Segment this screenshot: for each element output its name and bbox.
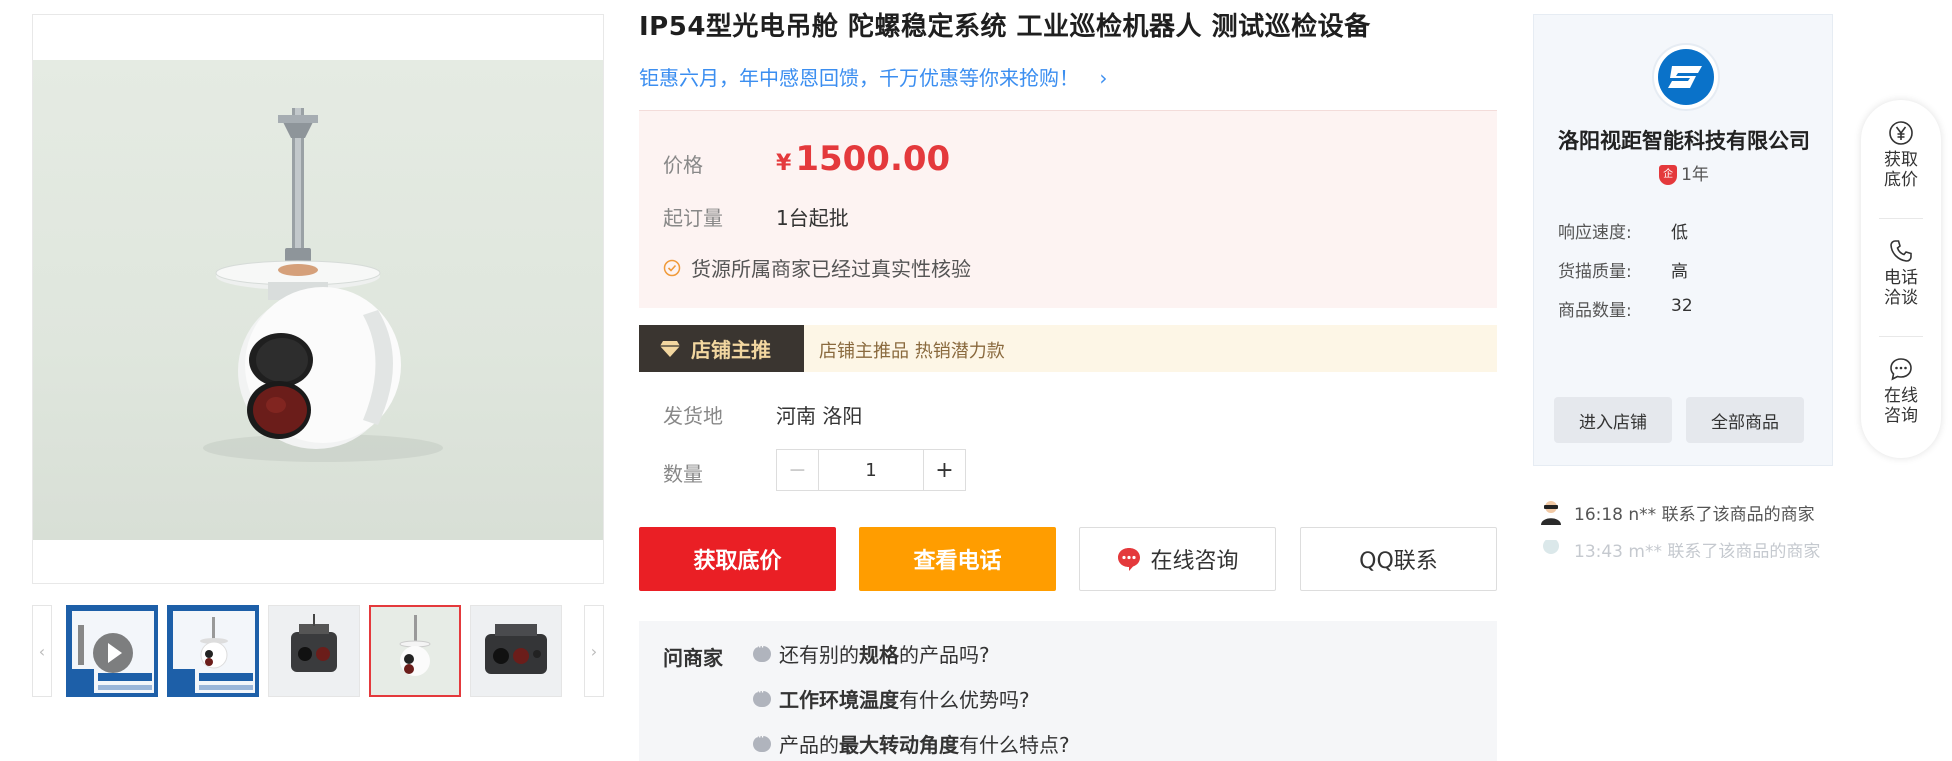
quantity-increment-button[interactable]: + (923, 450, 965, 490)
verified-check-icon (663, 259, 681, 276)
price-label: 价格 (663, 153, 703, 177)
ask-merchant-panel: 问商家 还有别的规格的产品吗? 工作环境温度有什么优势吗? 产品的最大转动角度有… (639, 621, 1497, 761)
question-bubble-icon (753, 685, 771, 707)
thumbnail-strip: ‹ › (32, 605, 604, 697)
quantity-decrement-button[interactable]: − (777, 450, 819, 490)
metric-product-count: 商品数量: 32 (1558, 296, 1693, 321)
get-price-button[interactable]: 获取底价 (639, 527, 836, 591)
diamond-icon (660, 340, 680, 357)
activity-feed-item: 16:18 n** 联系了该商品的商家 (1540, 499, 1815, 525)
user-avatar-icon (1543, 540, 1559, 554)
ask-question-3[interactable]: 产品的最大转动角度有什么特点? (753, 729, 1070, 758)
shop-recommend-bar: 店铺主推 店铺主推品 热销潜力款 (639, 325, 1497, 372)
online-consult-label: 在线咨询 (1150, 549, 1239, 574)
thumbnail-video[interactable] (66, 605, 158, 697)
activity-text: 16:18 n** 联系了该商品的商家 (1574, 504, 1815, 525)
thumbnail-2[interactable] (167, 605, 259, 697)
thumbnail-4[interactable] (369, 605, 461, 697)
ship-from-label: 发货地 (663, 404, 723, 428)
sidebar-divider (1879, 218, 1923, 219)
question-bubble-icon (753, 640, 771, 662)
moq-value: 1台起批 (776, 206, 849, 230)
promo-text: 钜惠六月，年中感恩回馈，千万优惠等你来抢购！ (639, 66, 1079, 90)
sidebar-online-consult[interactable]: 在线 咨询 (1861, 356, 1941, 426)
question-bubble-icon (753, 730, 771, 752)
view-phone-button[interactable]: 查看电话 (859, 527, 1056, 591)
thumbnail-5[interactable] (470, 605, 562, 697)
ask-merchant-label: 问商家 (663, 646, 723, 670)
qq-contact-button[interactable]: QQ联系 (1300, 527, 1497, 591)
verified-text: 货源所属商家已经过真实性核验 (691, 257, 971, 281)
thumbnail-next-button[interactable]: › (584, 605, 604, 697)
phone-icon (1890, 240, 1912, 262)
moq-label: 起订量 (663, 206, 723, 230)
chat-bubble-icon (1118, 548, 1141, 571)
product-title: IP54型光电吊舱 陀螺稳定系统 工业巡检机器人 测试巡检设备 (639, 12, 1371, 42)
shop-recommend-tag: 店铺主推 (639, 325, 804, 372)
thumbnail-3[interactable] (268, 605, 360, 697)
metric-quality: 货描质量: 高 (1558, 262, 1688, 282)
quantity-input[interactable]: 1 (819, 450, 923, 490)
store-card: 洛阳视距智能科技有限公司 企 1年 响应速度: 低 货描质量: 高 商品数量: 32 进… (1533, 14, 1833, 466)
ship-from-value: 河南 洛阳 (776, 404, 863, 428)
product-photo (33, 60, 603, 540)
price-panel: 价格 ¥1500.00 起订量 1台起批 货源所属商家已经过真实性核验 (639, 110, 1497, 308)
enter-store-button[interactable]: 进入店铺 (1554, 397, 1672, 443)
sidebar-divider (1879, 336, 1923, 337)
ask-question-2[interactable]: 工作环境温度有什么优势吗? (753, 684, 1030, 713)
promo-link[interactable]: 钜惠六月，年中感恩回馈，千万优惠等你来抢购！ › (639, 62, 1107, 91)
activity-feed-item: 13:43 m** 联系了该商品的商家 (1540, 540, 1820, 558)
quantity-label: 数量 (663, 462, 703, 486)
chat-icon (1890, 358, 1912, 381)
quantity-stepper: − 1 + (776, 449, 966, 491)
all-products-button[interactable]: 全部商品 (1686, 397, 1804, 443)
thumbnail-prev-button[interactable]: ‹ (32, 605, 52, 697)
metric-response: 响应速度: 低 (1558, 223, 1688, 243)
store-years-value: 1年 (1681, 165, 1709, 185)
sidebar-phone[interactable]: 电话 洽谈 (1861, 238, 1941, 308)
store-logo-icon (1668, 66, 1702, 88)
user-avatar-icon (1541, 501, 1561, 525)
price-amount: 1500.00 (795, 139, 951, 179)
yen-circle-icon (1889, 121, 1913, 145)
shop-recommend-tag-label: 店铺主推 (691, 338, 771, 362)
chevron-right-icon: › (590, 641, 598, 661)
enterprise-badge-icon: 企 (1659, 165, 1678, 185)
main-product-image[interactable] (32, 14, 604, 584)
shop-recommend-text: 店铺主推品 热销潜力款 (819, 341, 1005, 362)
floating-sidebar: 获取 底价 电话 洽谈 在线 咨询 (1861, 100, 1941, 458)
chevron-left-icon: ‹ (38, 641, 46, 661)
online-consult-button[interactable]: 在线咨询 (1079, 527, 1276, 591)
chevron-right-icon: › (1099, 66, 1108, 90)
store-name[interactable]: 洛阳视距智能科技有限公司 (1534, 125, 1834, 155)
store-years: 企 1年 (1534, 160, 1834, 185)
currency-symbol: ¥ (776, 151, 792, 176)
sidebar-get-price[interactable]: 获取 底价 (1861, 120, 1941, 190)
activity-text: 13:43 m** 联系了该商品的商家 (1574, 541, 1821, 559)
price-value: ¥1500.00 (776, 139, 950, 179)
store-logo[interactable] (1652, 43, 1720, 111)
verified-notice: 货源所属商家已经过真实性核验 (663, 253, 971, 282)
ask-question-1[interactable]: 还有别的规格的产品吗? (753, 639, 990, 668)
